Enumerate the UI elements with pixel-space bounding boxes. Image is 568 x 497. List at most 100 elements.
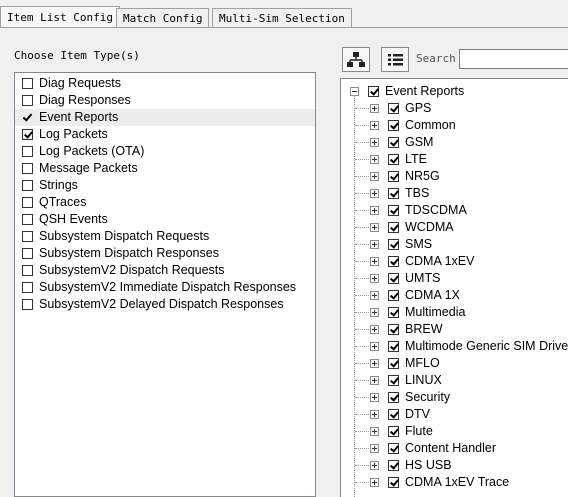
event-tree[interactable]: Event Reports GPS Common GSM LTE NR5G TBS TDSCD… (340, 78, 568, 497)
expand-icon[interactable] (370, 410, 379, 419)
item-type-checkbox[interactable] (22, 197, 33, 208)
tree-checkbox[interactable] (388, 409, 399, 420)
item-type-checkbox[interactable] (22, 146, 33, 157)
tree-checkbox[interactable] (388, 154, 399, 165)
tree-node[interactable]: GPS (341, 100, 568, 117)
item-type-checkbox[interactable] (22, 180, 33, 191)
tree-checkbox[interactable] (388, 256, 399, 267)
tree-node[interactable]: GSM (341, 134, 568, 151)
expand-icon[interactable] (370, 478, 379, 487)
expand-icon[interactable] (370, 444, 379, 453)
tree-checkbox[interactable] (388, 307, 399, 318)
expand-icon[interactable] (370, 206, 379, 215)
expand-icon[interactable] (370, 240, 379, 249)
tree-node[interactable]: CDMA 1xEV Trace (341, 474, 568, 491)
tree-node[interactable]: HS USB (341, 457, 568, 474)
expand-icon[interactable] (370, 308, 379, 317)
list-view-button[interactable] (381, 47, 409, 72)
item-type-checkbox[interactable] (22, 78, 33, 89)
expand-icon[interactable] (370, 121, 379, 130)
checkmark-icon[interactable] (22, 112, 33, 123)
tree-node[interactable]: Content Handler (341, 440, 568, 457)
tree-checkbox[interactable] (388, 341, 399, 352)
tree-checkbox[interactable] (388, 324, 399, 335)
item-type-checkbox[interactable] (22, 248, 33, 259)
tree-node[interactable]: DTV (341, 406, 568, 423)
tree-node[interactable]: TBS (341, 185, 568, 202)
tree-node[interactable]: MFLO (341, 355, 568, 372)
tree-checkbox[interactable] (388, 290, 399, 301)
tree-node[interactable]: CDMA 1xEV (341, 253, 568, 270)
expand-icon[interactable] (370, 461, 379, 470)
item-type-row[interactable]: Diag Requests (15, 75, 315, 92)
tree-node[interactable]: BREW (341, 321, 568, 338)
item-type-row[interactable]: Diag Responses (15, 92, 315, 109)
item-type-checkbox[interactable] (22, 231, 33, 242)
expand-icon[interactable] (370, 189, 379, 198)
expand-icon[interactable] (370, 223, 379, 232)
item-type-checkbox[interactable] (22, 95, 33, 106)
expand-icon[interactable] (370, 427, 379, 436)
item-type-row[interactable]: SubsystemV2 Delayed Dispatch Responses (15, 296, 315, 313)
tree-checkbox[interactable] (388, 103, 399, 114)
search-input[interactable] (459, 49, 568, 69)
tree-checkbox[interactable] (388, 137, 399, 148)
tree-checkbox[interactable] (388, 477, 399, 488)
expand-icon[interactable] (370, 172, 379, 181)
tree-node[interactable]: TDSCDMA (341, 202, 568, 219)
tree-node[interactable]: CDMA 1X (341, 287, 568, 304)
tree-checkbox[interactable] (388, 375, 399, 386)
tree-checkbox[interactable] (388, 239, 399, 250)
tree-checkbox[interactable] (388, 358, 399, 369)
item-type-row[interactable]: Subsystem Dispatch Responses (15, 245, 315, 262)
item-type-checkbox[interactable] (22, 299, 33, 310)
item-type-row[interactable]: Log Packets (15, 126, 315, 143)
tree-node-event-reports[interactable]: Event Reports (341, 83, 568, 100)
tab-item-list-config[interactable]: Item List Config (0, 6, 120, 28)
tree-node[interactable]: Multimode Generic SIM Drivers (341, 338, 568, 355)
expand-icon[interactable] (370, 155, 379, 164)
item-type-row[interactable]: SubsystemV2 Immediate Dispatch Responses (15, 279, 315, 296)
item-type-checkbox[interactable] (22, 282, 33, 293)
tree-node[interactable]: LINUX (341, 372, 568, 389)
tree-checkbox[interactable] (388, 205, 399, 216)
tree-node[interactable]: NR5G (341, 168, 568, 185)
item-type-row[interactable]: Strings (15, 177, 315, 194)
item-type-row[interactable]: QSH Events (15, 211, 315, 228)
item-type-row[interactable]: Event Reports (15, 109, 315, 126)
expand-icon[interactable] (370, 393, 379, 402)
tree-checkbox[interactable] (388, 120, 399, 131)
expand-icon[interactable] (370, 325, 379, 334)
tree-node[interactable]: SMS (341, 236, 568, 253)
item-type-row[interactable]: Message Packets (15, 160, 315, 177)
tree-checkbox[interactable] (388, 443, 399, 454)
expand-icon[interactable] (370, 257, 379, 266)
tree-checkbox[interactable] (388, 188, 399, 199)
tab-multi-sim-selection[interactable]: Multi-Sim Selection (212, 8, 352, 28)
expand-icon[interactable] (370, 359, 379, 368)
tree-node[interactable]: Security (341, 389, 568, 406)
expand-icon[interactable] (370, 104, 379, 113)
expand-icon[interactable] (370, 138, 379, 147)
tree-node[interactable]: WCDMA (341, 219, 568, 236)
expand-icon[interactable] (370, 291, 379, 300)
tree-node[interactable]: Common (341, 117, 568, 134)
item-type-checkbox[interactable] (22, 129, 33, 140)
tree-view-button[interactable] (342, 47, 370, 72)
tree-node[interactable]: Flute (341, 423, 568, 440)
tree-checkbox[interactable] (388, 222, 399, 233)
expand-icon[interactable] (370, 274, 379, 283)
item-type-row[interactable]: Log Packets (OTA) (15, 143, 315, 160)
item-type-checkbox[interactable] (22, 214, 33, 225)
item-type-row[interactable]: Subsystem Dispatch Requests (15, 228, 315, 245)
collapse-icon[interactable] (350, 87, 359, 96)
tree-node[interactable]: LTE (341, 151, 568, 168)
tree-checkbox[interactable] (388, 273, 399, 284)
tree-checkbox[interactable] (368, 86, 379, 97)
tab-match-config[interactable]: Match Config (116, 8, 210, 28)
item-type-checkbox[interactable] (22, 163, 33, 174)
tree-checkbox[interactable] (388, 460, 399, 471)
expand-icon[interactable] (370, 342, 379, 351)
expand-icon[interactable] (370, 376, 379, 385)
tree-node[interactable]: UMTS (341, 270, 568, 287)
